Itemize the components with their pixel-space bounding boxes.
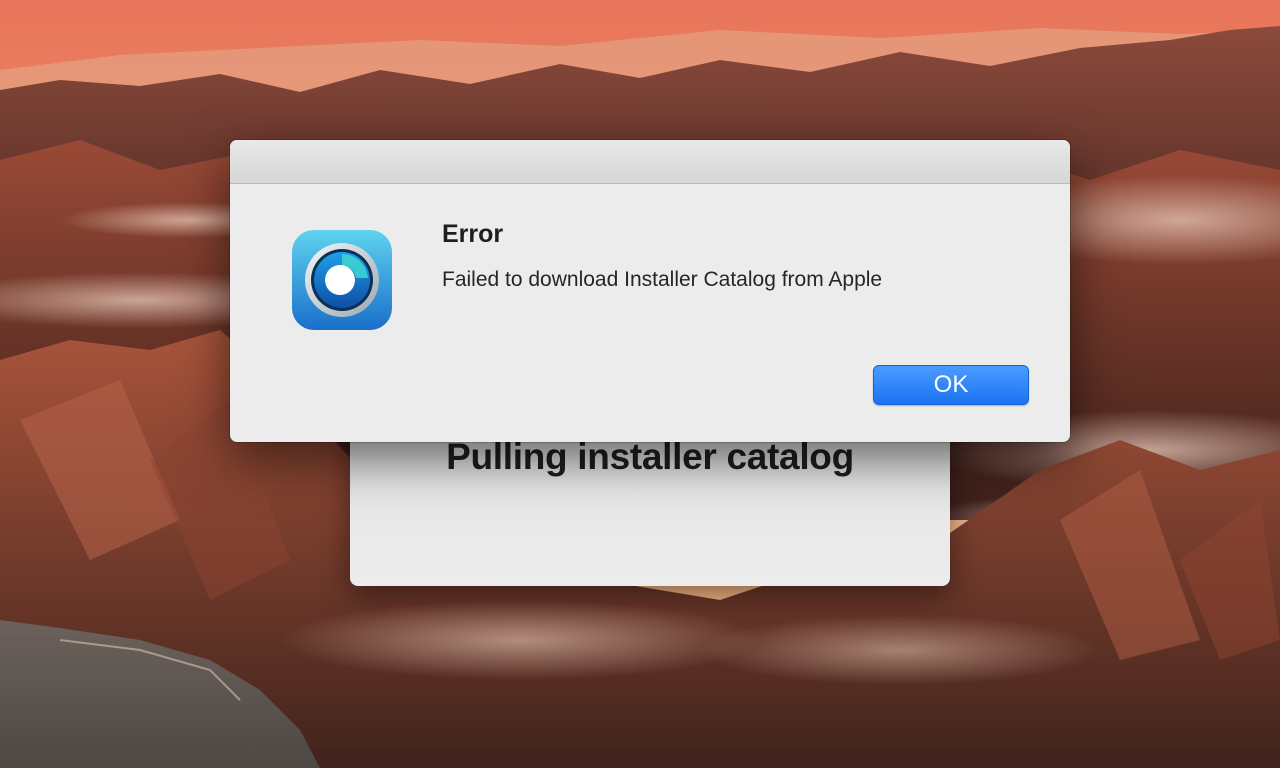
- error-alert-dialog: Error Failed to download Installer Catal…: [230, 140, 1070, 442]
- alert-message: Failed to download Installer Catalog fro…: [442, 268, 883, 291]
- alert-title-bar[interactable]: [230, 140, 1070, 184]
- alert-heading: Error: [442, 220, 504, 248]
- background-window-title: Pulling installer catalog: [446, 436, 854, 477]
- ok-button[interactable]: OK: [873, 365, 1029, 405]
- desktop: Pulling installer catalog Error Failed t…: [0, 0, 1280, 768]
- app-icon: [292, 230, 392, 330]
